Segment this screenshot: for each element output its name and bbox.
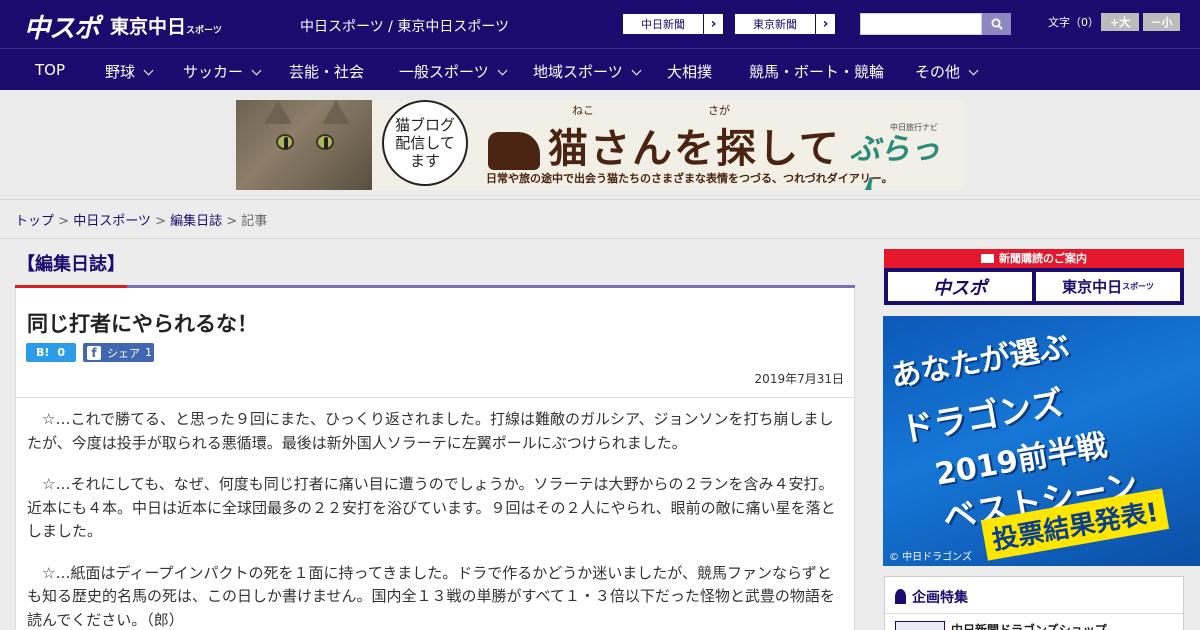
subscription-header-text: 新聞購読のご案内	[999, 252, 1087, 265]
feature-section: 企画特集 中日新聞ドラゴンズショップ	[884, 576, 1184, 630]
hatena-count: 0	[57, 346, 66, 359]
ad-copyright: © 中日ドラゴンズ	[889, 552, 972, 563]
nav-item-label: TOP	[35, 61, 66, 79]
nav-item-other[interactable]: その他	[915, 61, 979, 82]
search-icon	[991, 18, 1003, 30]
feature-title: 企画特集	[895, 587, 968, 607]
article-paragraph: ☆…それにしても、なぜ、何度も同じ打者に痛い目に遭うのでしょうか。ソラーテは大野…	[27, 475, 836, 540]
nav-item-baseball[interactable]: 野球	[105, 61, 154, 82]
nav-item-sumo[interactable]: 大相撲	[667, 61, 712, 82]
search-button[interactable]	[982, 13, 1011, 35]
subscribe-tokyo-chunichi-small: スポーツ	[1122, 282, 1154, 291]
cat-ear	[322, 100, 350, 124]
chevron-down-icon	[251, 65, 262, 76]
bubble-text: 猫ブログ 配信して ます	[394, 116, 455, 170]
banner-title: 猫さんを探して	[488, 116, 841, 174]
article-paragraph: ☆…これで勝てる、と思った９回にまた、ひっくり返されました。打線は難敵のガルシア…	[27, 410, 834, 452]
chevron-down-icon	[968, 65, 979, 76]
breadcrumb-top[interactable]: トップ	[15, 214, 54, 229]
divider	[0, 238, 1200, 239]
header-site-links[interactable]: 中日スポーツ / 東京中日スポーツ	[300, 16, 509, 36]
chevron-right-icon: ›	[815, 14, 835, 34]
chevron-down-icon	[143, 65, 154, 76]
tokyo-chunichi-logo-text: 東京中日	[110, 16, 187, 38]
newspaper-icon	[981, 254, 994, 263]
facebook-share-label: シェア	[107, 346, 140, 360]
nav-item-label: その他	[915, 63, 961, 81]
chunichi-shimbun-button[interactable]: 中日新聞 ›	[622, 13, 724, 35]
article-body: ☆…これで勝てる、と思った９回にまた、ひっくり返されました。打線は難敵のガルシア…	[15, 398, 855, 630]
subscription-header: 新聞購読のご案内	[884, 249, 1184, 268]
cat-blog-banner[interactable]: 猫ブログ 配信して ます ねこ さが 猫さんを探して 日常や旅の途中で出会う猫た…	[236, 100, 964, 190]
nav-item-label: 野球	[105, 63, 136, 81]
ribbon-icon	[895, 589, 906, 604]
subscribe-tokyo-chunichi-button[interactable]: 東京中日 スポーツ	[1036, 272, 1180, 301]
cat-eye	[316, 134, 334, 150]
nav-item-entertainment[interactable]: 芸能・社会	[289, 61, 364, 82]
cat-ear	[264, 100, 292, 124]
section-title: 【編集日誌】	[17, 254, 125, 275]
breadcrumb-chunichi-sports[interactable]: 中日スポーツ	[73, 214, 151, 229]
tokyo-shimbun-label: 東京新聞	[753, 18, 797, 31]
hatena-bookmark-button[interactable]: B! 0	[26, 343, 76, 362]
chevron-down-icon	[497, 65, 508, 76]
breadcrumb-editorial-diary[interactable]: 編集日誌	[170, 214, 222, 229]
divider	[885, 613, 1183, 614]
nav-item-label: 大相撲	[667, 63, 713, 81]
nav-item-general-sports[interactable]: 一般スポーツ	[399, 61, 508, 82]
cat-photo	[236, 100, 372, 190]
chevron-down-icon	[631, 65, 642, 76]
feature-item-dragons-shop[interactable]: 中日新聞ドラゴンズショップ	[951, 621, 1107, 630]
banner-brand: ぶらっ人	[850, 132, 940, 190]
nav-item-label: 競馬・ボート・競輪	[749, 63, 885, 81]
facebook-icon: f	[87, 345, 101, 360]
nav-item-label: サッカー	[183, 63, 244, 81]
tokyo-shimbun-button[interactable]: 東京新聞 ›	[734, 13, 836, 35]
article-title: 同じ打者にやられるな！	[27, 312, 258, 336]
dragons-best-scene-ad[interactable]: あなたが選ぶ ドラゴンズ 2019前半戦 ベストシーン 投票結果発表! © 中日…	[883, 316, 1200, 566]
nav-item-soccer[interactable]: サッカー	[183, 61, 262, 82]
subscription-box: 新聞購読のご案内 中スポ 東京中日 スポーツ	[884, 249, 1184, 305]
speech-bubble: 猫ブログ 配信して ます	[382, 100, 468, 186]
site-header: 中スポ 東京中日スポーツ 中日スポーツ / 東京中日スポーツ 中日新聞 › 東京…	[0, 0, 1200, 48]
breadcrumb-current: 記事	[241, 214, 268, 229]
article-paragraph: ☆…紙面はディープインパクトの死を１面に持ってきました。ドラで作るかどうか迷いま…	[27, 563, 835, 629]
tokyo-chunichi-logo-small: スポーツ	[186, 26, 222, 36]
font-size-label: 文字（0）	[1048, 16, 1099, 29]
chunichi-shimbun-label: 中日新聞	[641, 18, 685, 31]
subscribe-chuspo-button[interactable]: 中スポ	[888, 272, 1032, 301]
cat-eye	[276, 134, 294, 150]
nav-item-top[interactable]: TOP	[35, 61, 65, 79]
breadcrumb-separator: >	[226, 214, 242, 229]
facebook-count: 1	[145, 346, 152, 359]
article-date: 2019年7月31日	[754, 372, 844, 386]
feature-title-text: 企画特集	[912, 590, 968, 606]
nav-item-racing[interactable]: 競馬・ボート・競輪	[749, 61, 884, 82]
nav-item-label: 地域スポーツ	[533, 63, 623, 81]
cat-silhouette-icon	[488, 132, 540, 170]
font-larger-button[interactable]: +大	[1101, 13, 1139, 31]
main-nav: TOP 野球 サッカー 芸能・社会 一般スポーツ 地域スポーツ 大相撲 競馬・ボ…	[0, 48, 1200, 90]
breadcrumb: トップ > 中日スポーツ > 編集日誌 > 記事	[15, 210, 267, 229]
breadcrumb-separator: >	[58, 214, 74, 229]
banner-title-text: 猫さんを探して	[548, 126, 841, 172]
nav-item-local-sports[interactable]: 地域スポーツ	[533, 61, 642, 82]
feature-thumbnail[interactable]	[895, 621, 945, 630]
chevron-right-icon: ›	[703, 14, 723, 34]
nav-item-label: 芸能・社会	[289, 63, 365, 81]
search-input[interactable]	[860, 13, 982, 35]
font-smaller-button[interactable]: －小	[1143, 13, 1180, 31]
subscribe-tokyo-chunichi-text: 東京中日	[1062, 278, 1123, 296]
banner-subtitle: 日常や旅の途中で出会う猫たちのさまざまな表情をつづる、つれづれダイアリー。	[486, 172, 893, 185]
breadcrumb-separator: >	[155, 214, 171, 229]
article-header: 同じ打者にやられるな！ B! 0 f シェア 1 2019年7月31日	[15, 288, 855, 398]
tokyo-chunichi-logo[interactable]: 東京中日スポーツ	[110, 12, 222, 39]
hatena-icon: B!	[36, 346, 50, 359]
nav-item-label: 一般スポーツ	[399, 63, 489, 81]
chuspo-logo[interactable]: 中スポ	[24, 8, 100, 45]
facebook-share-button[interactable]: f シェア 1	[83, 343, 154, 362]
